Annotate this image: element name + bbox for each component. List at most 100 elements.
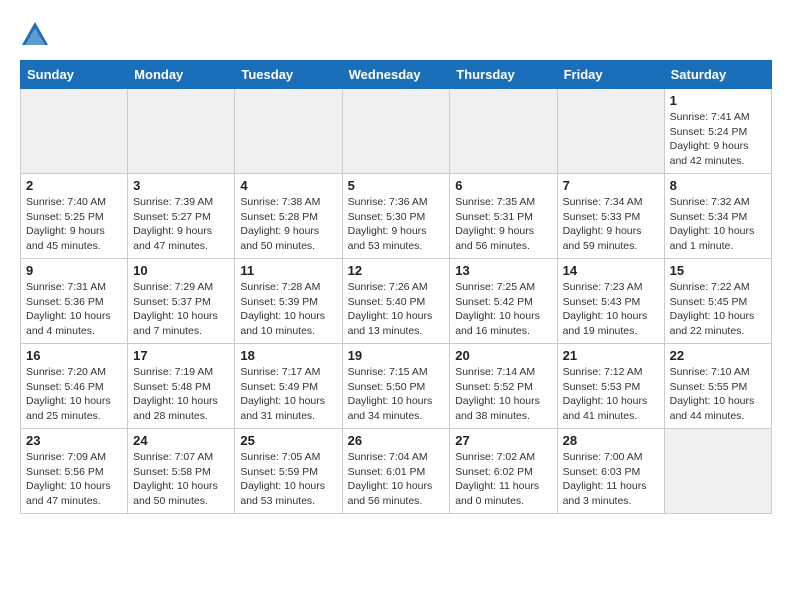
weekday-header-saturday: Saturday [664,61,771,89]
day-number: 23 [26,433,122,448]
day-info: Sunrise: 7:35 AM Sunset: 5:31 PM Dayligh… [455,195,551,254]
day-number: 20 [455,348,551,363]
weekday-header-sunday: Sunday [21,61,128,89]
weekday-header-monday: Monday [128,61,235,89]
week-row-5: 23 Sunrise: 7:09 AM Sunset: 5:56 PM Dayli… [21,429,772,514]
calendar-cell: 3Sunrise: 7:39 AM Sunset: 5:27 PM Daylig… [128,174,235,259]
day-info: Sunrise: 7:22 AM Sunset: 5:45 PM Dayligh… [670,280,766,339]
week-row-1: 1 Sunrise: 7:41 AM Sunset: 5:24 PM Daylig… [21,89,772,174]
weekday-header-friday: Friday [557,61,664,89]
day-info: Sunrise: 7:17 AM Sunset: 5:49 PM Dayligh… [240,365,336,424]
day-info: Sunrise: 7:20 AM Sunset: 5:46 PM Dayligh… [26,365,122,424]
calendar-cell: 13 Sunrise: 7:25 AM Sunset: 5:42 PM Dayli… [450,259,557,344]
day-number: 17 [133,348,229,363]
day-info: Sunrise: 7:32 AM Sunset: 5:34 PM Dayligh… [670,195,766,254]
logo-icon [20,20,50,50]
day-number: 25 [240,433,336,448]
day-info: Sunrise: 7:10 AM Sunset: 5:55 PM Dayligh… [670,365,766,424]
calendar-cell: 1 Sunrise: 7:41 AM Sunset: 5:24 PM Daylig… [664,89,771,174]
calendar-cell: 12 Sunrise: 7:26 AM Sunset: 5:40 PM Dayli… [342,259,450,344]
calendar-cell [21,89,128,174]
weekday-header-tuesday: Tuesday [235,61,342,89]
calendar-cell: 17 Sunrise: 7:19 AM Sunset: 5:48 PM Dayli… [128,344,235,429]
calendar-cell: 11 Sunrise: 7:28 AM Sunset: 5:39 PM Dayli… [235,259,342,344]
calendar-cell: 7 Sunrise: 7:34 AM Sunset: 5:33 PM Daylig… [557,174,664,259]
day-info: Sunrise: 7:14 AM Sunset: 5:52 PM Dayligh… [455,365,551,424]
day-number: 8 [670,178,766,193]
day-number: 21 [563,348,659,363]
calendar-cell: 20 Sunrise: 7:14 AM Sunset: 5:52 PM Dayli… [450,344,557,429]
day-info: Sunrise: 7:15 AM Sunset: 5:50 PM Dayligh… [348,365,445,424]
day-info: Sunrise: 7:19 AM Sunset: 5:48 PM Dayligh… [133,365,229,424]
day-info: Sunrise: 7:00 AM Sunset: 6:03 PM Dayligh… [563,450,659,509]
day-number: 6 [455,178,551,193]
calendar-cell: 10 Sunrise: 7:29 AM Sunset: 5:37 PM Dayli… [128,259,235,344]
calendar-cell: 5 Sunrise: 7:36 AM Sunset: 5:30 PM Daylig… [342,174,450,259]
calendar-cell: 26 Sunrise: 7:04 AM Sunset: 6:01 PM Dayli… [342,429,450,514]
day-info: Sunrise: 7:29 AM Sunset: 5:37 PM Dayligh… [133,280,229,339]
calendar-cell: 25 Sunrise: 7:05 AM Sunset: 5:59 PM Dayli… [235,429,342,514]
day-number: 26 [348,433,445,448]
calendar-cell: 21 Sunrise: 7:12 AM Sunset: 5:53 PM Dayli… [557,344,664,429]
logo [20,20,54,50]
day-info: Sunrise: 7:12 AM Sunset: 5:53 PM Dayligh… [563,365,659,424]
calendar-cell: 28 Sunrise: 7:00 AM Sunset: 6:03 PM Dayli… [557,429,664,514]
calendar-cell: 15Sunrise: 7:22 AM Sunset: 5:45 PM Dayli… [664,259,771,344]
day-info: Sunrise: 7:41 AM Sunset: 5:24 PM Dayligh… [670,110,766,169]
day-number: 22 [670,348,766,363]
day-info: Sunrise: 7:02 AM Sunset: 6:02 PM Dayligh… [455,450,551,509]
calendar-cell: 18 Sunrise: 7:17 AM Sunset: 5:49 PM Dayli… [235,344,342,429]
day-info: Sunrise: 7:09 AM Sunset: 5:56 PM Dayligh… [26,450,122,509]
calendar-cell [664,429,771,514]
day-number: 9 [26,263,122,278]
day-info: Sunrise: 7:25 AM Sunset: 5:42 PM Dayligh… [455,280,551,339]
week-row-3: 9 Sunrise: 7:31 AM Sunset: 5:36 PM Daylig… [21,259,772,344]
calendar-cell [342,89,450,174]
day-number: 27 [455,433,551,448]
day-number: 4 [240,178,336,193]
day-number: 16 [26,348,122,363]
day-info: Sunrise: 7:39 AM Sunset: 5:27 PM Dayligh… [133,195,229,254]
day-number: 13 [455,263,551,278]
calendar-cell: 19 Sunrise: 7:15 AM Sunset: 5:50 PM Dayli… [342,344,450,429]
day-info: Sunrise: 7:04 AM Sunset: 6:01 PM Dayligh… [348,450,445,509]
day-info: Sunrise: 7:36 AM Sunset: 5:30 PM Dayligh… [348,195,445,254]
day-info: Sunrise: 7:07 AM Sunset: 5:58 PM Dayligh… [133,450,229,509]
day-number: 18 [240,348,336,363]
day-info: Sunrise: 7:34 AM Sunset: 5:33 PM Dayligh… [563,195,659,254]
calendar-cell [450,89,557,174]
calendar-cell: 16 Sunrise: 7:20 AM Sunset: 5:46 PM Dayli… [21,344,128,429]
weekday-header-wednesday: Wednesday [342,61,450,89]
calendar-cell: 24Sunrise: 7:07 AM Sunset: 5:58 PM Dayli… [128,429,235,514]
weekday-header-thursday: Thursday [450,61,557,89]
day-number: 19 [348,348,445,363]
calendar-cell: 27 Sunrise: 7:02 AM Sunset: 6:02 PM Dayli… [450,429,557,514]
day-info: Sunrise: 7:31 AM Sunset: 5:36 PM Dayligh… [26,280,122,339]
week-row-4: 16 Sunrise: 7:20 AM Sunset: 5:46 PM Dayli… [21,344,772,429]
day-info: Sunrise: 7:40 AM Sunset: 5:25 PM Dayligh… [26,195,122,254]
calendar-cell: 4 Sunrise: 7:38 AM Sunset: 5:28 PM Daylig… [235,174,342,259]
day-info: Sunrise: 7:28 AM Sunset: 5:39 PM Dayligh… [240,280,336,339]
day-info: Sunrise: 7:05 AM Sunset: 5:59 PM Dayligh… [240,450,336,509]
day-number: 7 [563,178,659,193]
page-header [20,20,772,50]
calendar-cell: 9 Sunrise: 7:31 AM Sunset: 5:36 PM Daylig… [21,259,128,344]
calendar-cell: 2 Sunrise: 7:40 AM Sunset: 5:25 PM Daylig… [21,174,128,259]
calendar-cell: 6 Sunrise: 7:35 AM Sunset: 5:31 PM Daylig… [450,174,557,259]
calendar-table: SundayMondayTuesdayWednesdayThursdayFrid… [20,60,772,514]
calendar-cell [128,89,235,174]
calendar-cell: 23 Sunrise: 7:09 AM Sunset: 5:56 PM Dayli… [21,429,128,514]
day-number: 12 [348,263,445,278]
day-number: 10 [133,263,229,278]
day-number: 28 [563,433,659,448]
calendar-cell [235,89,342,174]
calendar-cell [557,89,664,174]
day-number: 1 [670,93,766,108]
day-number: 11 [240,263,336,278]
day-number: 5 [348,178,445,193]
day-number: 2 [26,178,122,193]
day-info: Sunrise: 7:38 AM Sunset: 5:28 PM Dayligh… [240,195,336,254]
week-row-2: 2 Sunrise: 7:40 AM Sunset: 5:25 PM Daylig… [21,174,772,259]
calendar-cell: 22 Sunrise: 7:10 AM Sunset: 5:55 PM Dayli… [664,344,771,429]
day-info: Sunrise: 7:26 AM Sunset: 5:40 PM Dayligh… [348,280,445,339]
